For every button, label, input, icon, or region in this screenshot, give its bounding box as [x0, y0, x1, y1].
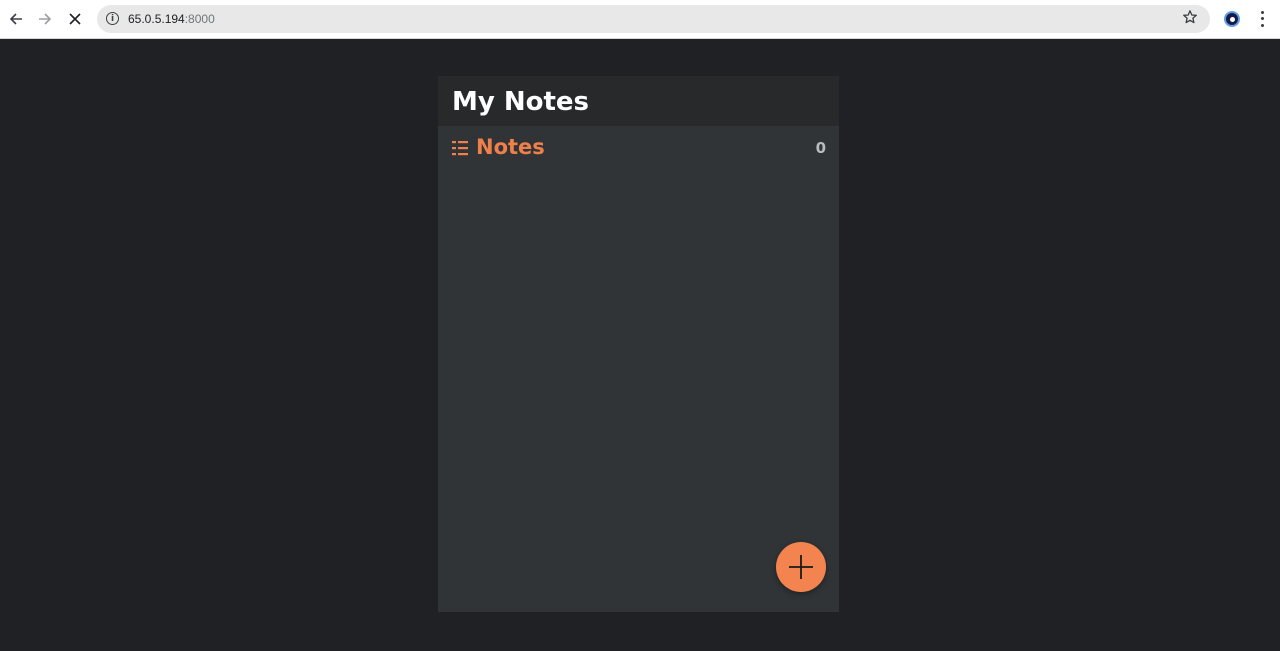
forward-button[interactable] [33, 7, 57, 31]
extension-icon[interactable] [1224, 11, 1240, 27]
arrow-left-icon [9, 13, 22, 25]
notes-section-header: Notes 0 [452, 134, 826, 162]
list-icon [452, 141, 468, 156]
url-text[interactable]: 65.0.5.194:8000 [128, 12, 215, 26]
notes-count: 0 [815, 139, 826, 157]
add-note-button[interactable] [776, 542, 826, 592]
bookmark-star-glyph [1183, 10, 1197, 24]
url-port: :8000 [184, 12, 215, 26]
page-title: My Notes [452, 87, 590, 117]
notes-section-title: Notes [476, 135, 545, 159]
stop-loading-button[interactable] [63, 7, 87, 31]
star-icon[interactable] [1182, 9, 1198, 30]
plus-icon [789, 555, 813, 579]
arrow-right-icon [39, 13, 52, 25]
url-host: 65.0.5.194 [128, 12, 185, 26]
address-bar[interactable]: i 65.0.5.194:8000 [97, 5, 1210, 33]
browser-toolbar: i 65.0.5.194:8000 [0, 0, 1280, 39]
kebab-menu-icon[interactable] [1254, 9, 1270, 29]
app-header: My Notes [438, 76, 839, 126]
info-icon[interactable]: i [106, 12, 119, 25]
close-icon [69, 13, 81, 25]
back-button[interactable] [4, 7, 28, 31]
notes-panel: My Notes Notes 0 [438, 76, 839, 612]
